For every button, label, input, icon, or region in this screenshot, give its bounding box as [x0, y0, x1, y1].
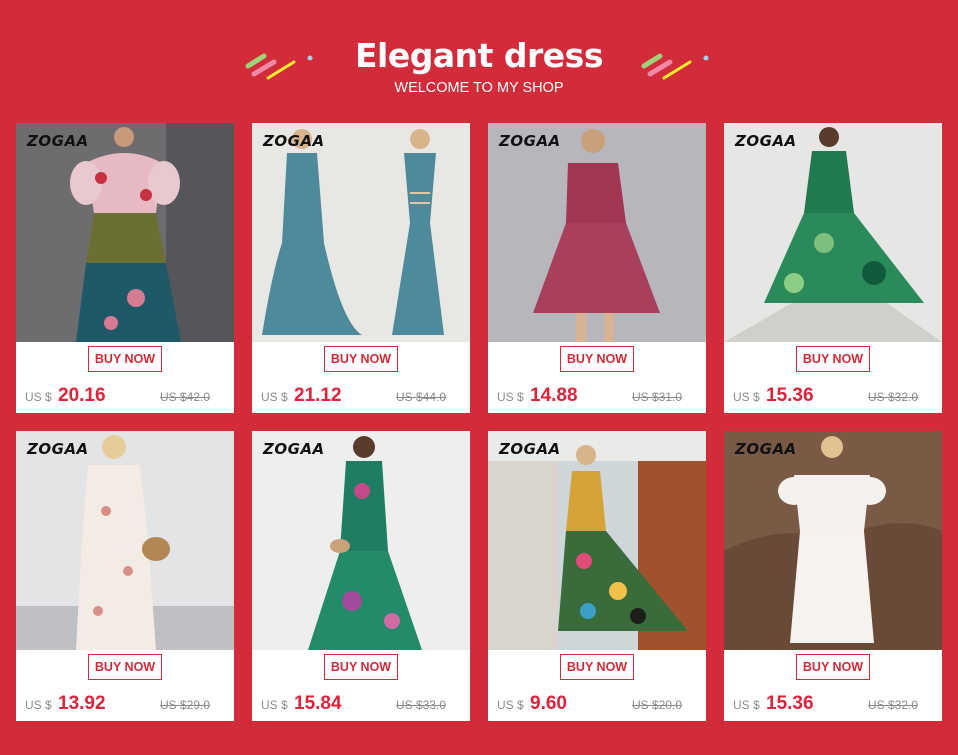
price-row: US $ 20.16 US $42.0: [16, 385, 234, 409]
product-card[interactable]: ZOGAA BUY NOW US $ 13.92 US $29.0: [16, 431, 234, 721]
buy-now-button[interactable]: BUY NOW: [796, 654, 870, 680]
sale-price: 13.92: [58, 693, 106, 714]
product-card[interactable]: ZOGAA BUY NOW US $ 14.88 US $31.0: [488, 123, 706, 413]
sale-price: 14.88: [530, 385, 578, 406]
sale-price: 15.84: [294, 693, 342, 714]
product-card[interactable]: ZOGAA BUY NOW US $ 15.84 US $33.0: [252, 431, 470, 721]
brand-logo: ZOGAA: [263, 132, 325, 150]
currency-label: US $: [733, 390, 760, 404]
original-price: US $42.0: [160, 390, 211, 404]
buy-now-button[interactable]: BUY NOW: [88, 346, 162, 372]
brand-logo: ZOGAA: [735, 440, 797, 458]
original-price: US $33.0: [396, 698, 447, 712]
brand-logo: ZOGAA: [499, 132, 561, 150]
price-row: US $ 21.12 US $44.0: [252, 385, 470, 409]
sale-price: 15.36: [766, 693, 814, 714]
brand-logo: ZOGAA: [735, 132, 797, 150]
product-photo[interactable]: [724, 431, 942, 650]
brand-logo: ZOGAA: [27, 440, 89, 458]
original-price: US $32.0: [868, 698, 919, 712]
sale-price: 9.60: [530, 693, 567, 714]
original-price: US $32.0: [868, 390, 919, 404]
buy-now-button[interactable]: BUY NOW: [796, 346, 870, 372]
product-photo[interactable]: [488, 431, 706, 650]
buy-now-button[interactable]: BUY NOW: [324, 346, 398, 372]
currency-label: US $: [261, 698, 288, 712]
currency-label: US $: [261, 390, 288, 404]
currency-label: US $: [25, 390, 52, 404]
buy-now-button[interactable]: BUY NOW: [324, 654, 398, 680]
price-row: US $ 14.88 US $31.0: [488, 385, 706, 409]
sale-price: 15.36: [766, 385, 814, 406]
page-subtitle: WELCOME TO MY SHOP: [394, 80, 564, 96]
product-card[interactable]: ZOGAA BUY NOW US $ 21.12 US $44.0: [252, 123, 470, 413]
price-row: US $ 9.60 US $20.0: [488, 693, 706, 717]
product-photo[interactable]: [16, 123, 234, 342]
product-photo[interactable]: [488, 123, 706, 342]
product-grid: ZOGAA BUY NOW US $ 20.16 US $42.0 ZOGAA …: [16, 123, 944, 723]
buy-now-button[interactable]: BUY NOW: [560, 346, 634, 372]
buy-now-button[interactable]: BUY NOW: [88, 654, 162, 680]
product-photo[interactable]: [252, 123, 470, 342]
original-price: US $20.0: [632, 698, 683, 712]
product-photo[interactable]: [16, 431, 234, 650]
product-card[interactable]: ZOGAA BUY NOW US $ 15.36 US $32.0: [724, 431, 942, 721]
product-card[interactable]: ZOGAA BUY NOW US $ 15.36 US $32.0: [724, 123, 942, 413]
product-photo[interactable]: [252, 431, 470, 650]
brand-logo: ZOGAA: [499, 440, 561, 458]
currency-label: US $: [25, 698, 52, 712]
currency-label: US $: [497, 390, 524, 404]
price-row: US $ 15.36 US $32.0: [724, 693, 942, 717]
original-price: US $29.0: [160, 698, 211, 712]
price-row: US $ 15.36 US $32.0: [724, 385, 942, 409]
product-photo[interactable]: [724, 123, 942, 342]
decorative-stripes-icon: [641, 53, 709, 80]
product-card[interactable]: ZOGAA BUY NOW US $ 20.16 US $42.0: [16, 123, 234, 413]
product-card[interactable]: ZOGAA BUY NOW US $ 9.60 US $20.0: [488, 431, 706, 721]
original-price: US $44.0: [396, 390, 447, 404]
shop-header: Elegant dress WELCOME TO MY SHOP: [0, 0, 958, 110]
brand-logo: ZOGAA: [27, 132, 89, 150]
original-price: US $31.0: [632, 390, 683, 404]
buy-now-button[interactable]: BUY NOW: [560, 654, 634, 680]
currency-label: US $: [733, 698, 760, 712]
price-row: US $ 15.84 US $33.0: [252, 693, 470, 717]
price-row: US $ 13.92 US $29.0: [16, 693, 234, 717]
page-title: Elegant dress: [355, 36, 603, 75]
sale-price: 20.16: [58, 385, 106, 406]
brand-logo: ZOGAA: [263, 440, 325, 458]
sale-price: 21.12: [294, 385, 342, 406]
currency-label: US $: [497, 698, 524, 712]
